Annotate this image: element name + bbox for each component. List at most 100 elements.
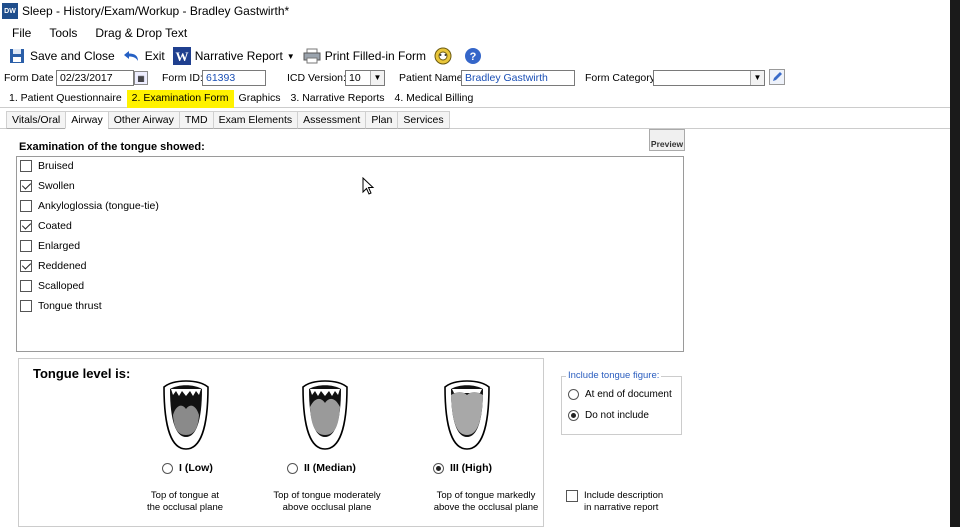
level-median-description: Top of tongue moderately above occlusal p…: [273, 490, 381, 513]
main-tabs: 1. Patient Questionnaire 2. Examination …: [0, 90, 950, 108]
tab-examination-form[interactable]: 2. Examination Form: [126, 90, 234, 108]
tab-narrative-reports[interactable]: 3. Narrative Reports: [286, 90, 390, 108]
tab-graphics[interactable]: Graphics: [234, 90, 286, 108]
menu-tools[interactable]: Tools: [49, 26, 77, 40]
radio-button[interactable]: [433, 462, 444, 474]
exit-button[interactable]: Exit: [123, 47, 165, 65]
form-date-input[interactable]: 02/23/2017: [56, 70, 134, 86]
list-item[interactable]: Scalloped: [20, 279, 84, 293]
patient-name-input[interactable]: Bradley Gastwirth: [461, 70, 575, 86]
radio-button[interactable]: [568, 389, 579, 400]
checkbox[interactable]: [20, 240, 32, 252]
tongue-level-heading: Tongue level is:: [33, 366, 131, 381]
menu-drag-drop-text[interactable]: Drag & Drop Text: [95, 26, 187, 40]
tongue-median-illustration: [302, 380, 348, 450]
form-id-input[interactable]: 61393: [202, 70, 266, 86]
level-option-high[interactable]: III (High): [433, 462, 492, 474]
icd-version-label: ICD Version:: [287, 72, 346, 84]
list-item[interactable]: Bruised: [20, 159, 74, 173]
subtab-vitals-oral[interactable]: Vitals/Oral: [6, 111, 67, 129]
checkbox[interactable]: [20, 300, 32, 312]
print-form-label: Print Filled-in Form: [324, 49, 427, 63]
chevron-down-icon: ▼: [750, 71, 764, 85]
list-item[interactable]: Enlarged: [20, 239, 80, 253]
radio-button[interactable]: [568, 410, 579, 421]
checkbox[interactable]: [20, 260, 32, 272]
form-id-label: Form ID:: [162, 72, 203, 84]
list-item[interactable]: Reddened: [20, 259, 86, 273]
radio-button[interactable]: [162, 462, 173, 474]
checkbox-label: Coated: [38, 220, 72, 232]
help-icon: ?: [464, 47, 482, 65]
subtab-exam-elements[interactable]: Exam Elements: [212, 111, 299, 129]
form-header-fields: Form Date 02/23/2017 ▦ Form ID: 61393 IC…: [0, 68, 950, 88]
checkbox[interactable]: [566, 490, 578, 502]
svg-text:?: ?: [470, 51, 477, 63]
subtab-services[interactable]: Services: [397, 111, 450, 129]
exit-label: Exit: [144, 49, 165, 63]
list-item[interactable]: Ankyloglossia (tongue-tie): [20, 199, 159, 213]
checkbox[interactable]: [20, 180, 32, 192]
checkbox[interactable]: [20, 200, 32, 212]
checkbox[interactable]: [20, 220, 32, 232]
chevron-down-icon[interactable]: ▼: [287, 52, 295, 61]
include-figure-legend: Include tongue figure:: [566, 370, 662, 381]
level-option-median[interactable]: II (Median): [287, 462, 356, 474]
list-item[interactable]: Coated: [20, 219, 72, 233]
include-figure-group: [561, 376, 682, 435]
checkbox-label: Enlarged: [38, 240, 81, 252]
application-window: DW Sleep - History/Exam/Workup - Bradley…: [0, 0, 950, 527]
tab-patient-questionnaire[interactable]: 1. Patient Questionnaire: [4, 90, 127, 108]
figure-option-none[interactable]: Do not include: [568, 410, 649, 421]
subtab-other-airway[interactable]: Other Airway: [107, 111, 180, 129]
checkbox[interactable]: [20, 160, 32, 172]
subtab-tmd[interactable]: TMD: [178, 111, 214, 129]
level-low-description: Top of tongue at the occlusal plane: [146, 490, 224, 513]
radio-label: II (Median): [304, 462, 356, 474]
list-item[interactable]: Swollen: [20, 179, 75, 193]
checkbox-label: Swollen: [38, 180, 75, 192]
print-form-button[interactable]: Print Filled-in Form: [303, 47, 426, 65]
help-button[interactable]: ?: [464, 47, 486, 65]
checkbox-label: Tongue thrust: [38, 300, 102, 312]
include-description-option[interactable]: Include description in narrative report: [566, 490, 663, 514]
radio-button[interactable]: [287, 462, 298, 474]
icd-version-select[interactable]: 10 ▼: [345, 70, 385, 86]
subtab-airway[interactable]: Airway: [65, 111, 109, 129]
lifebuoy-icon: [434, 47, 452, 65]
save-close-button[interactable]: Save and Close: [8, 47, 115, 65]
tab-medical-billing[interactable]: 4. Medical Billing: [390, 90, 479, 108]
preview-label: Preview: [650, 139, 684, 149]
window-edge: [950, 0, 960, 527]
radio-label: III (High): [450, 462, 492, 474]
checkbox[interactable]: [20, 280, 32, 292]
edit-category-button[interactable]: [769, 69, 785, 85]
figure-option-end[interactable]: At end of document: [568, 389, 672, 400]
patient-name-label: Patient Name: [399, 72, 463, 84]
checkbox-label: Reddened: [38, 260, 87, 272]
checkbox-label: Ankyloglossia (tongue-tie): [38, 200, 159, 212]
subtab-assessment[interactable]: Assessment: [297, 111, 367, 129]
tongue-high-illustration: [444, 380, 490, 450]
word-document-icon: W: [172, 47, 191, 65]
preview-button[interactable]: Preview: [649, 129, 685, 151]
level-option-low[interactable]: I (Low): [162, 462, 213, 474]
floppy-disk-icon: [8, 47, 26, 65]
title-bar: DW Sleep - History/Exam/Workup - Bradley…: [0, 0, 950, 22]
list-item[interactable]: Tongue thrust: [20, 299, 102, 313]
radio-label: At end of document: [585, 389, 672, 400]
sub-tabs: Vitals/Oral Airway Other Airway TMD Exam…: [6, 111, 450, 129]
form-category-select[interactable]: ▼: [653, 70, 765, 86]
support-button[interactable]: [434, 47, 456, 65]
calendar-icon[interactable]: ▦: [134, 71, 148, 85]
menu-file[interactable]: File: [12, 26, 31, 40]
mouse-cursor-icon: [362, 177, 375, 195]
narrative-report-button[interactable]: W Narrative Report ▼: [172, 47, 295, 65]
subtab-plan[interactable]: Plan: [365, 111, 399, 129]
chevron-down-icon: ▼: [370, 71, 384, 85]
printer-icon: [303, 47, 321, 65]
undo-arrow-icon: [123, 47, 141, 65]
checkbox-label: Scalloped: [38, 280, 85, 292]
pencil-icon: [773, 72, 782, 81]
menu-bar: File Tools Drag & Drop Text: [0, 22, 950, 43]
